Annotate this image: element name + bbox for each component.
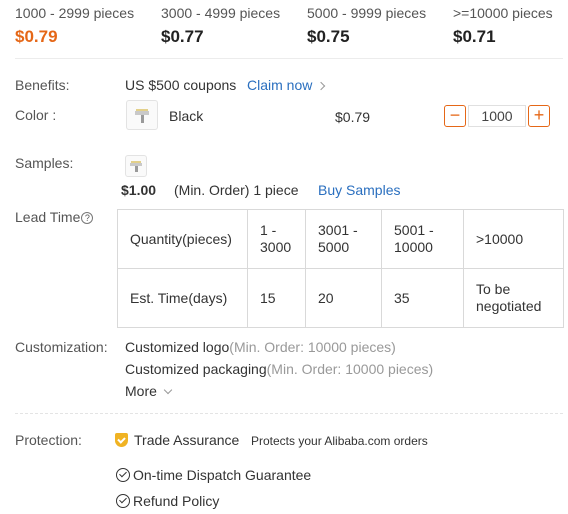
color-label: Color : — [15, 107, 57, 123]
protection-item: On-time Dispatch Guarantee — [133, 467, 312, 483]
table-cell: 5001 - 10000 — [381, 209, 464, 269]
price-tier: >=10000 pieces $0.71 — [453, 4, 553, 48]
lead-time-table: Quantity(pieces) 1 - 3000 3001 - 5000 50… — [117, 209, 564, 328]
table-cell: >10000 — [463, 209, 564, 269]
coupon-text: US $500 coupons — [125, 77, 237, 93]
tier-price: $0.79 — [15, 27, 58, 46]
table-cell: 15 — [247, 268, 306, 328]
sample-price: $1.00 — [121, 182, 157, 198]
quantity-increase-button[interactable]: + — [528, 105, 550, 127]
divider — [15, 413, 563, 414]
table-cell: 35 — [381, 268, 464, 328]
lead-time-text: Lead Time — [15, 209, 81, 225]
protection-item: Refund Policy — [133, 493, 220, 509]
price-tier: 1000 - 2999 pieces $0.79 — [15, 4, 134, 48]
claim-now-label[interactable]: Claim now — [247, 77, 312, 93]
color-price: $0.79 — [335, 109, 371, 125]
sample-min-order: (Min. Order) 1 piece — [174, 182, 299, 198]
table-cell: 20 — [305, 268, 382, 328]
tier-range: 1000 - 2999 pieces — [15, 5, 135, 21]
tier-range: >=10000 pieces — [453, 5, 553, 21]
samples-label: Samples: — [15, 155, 74, 171]
chevron-right-icon — [317, 81, 326, 91]
chevron-down-icon — [163, 385, 173, 395]
benefits-label: Benefits: — [15, 77, 70, 93]
table-cell: To be negotiated — [463, 268, 564, 328]
sample-thumbnail — [125, 155, 147, 177]
tier-range: 5000 - 9999 pieces — [307, 5, 427, 21]
color-swatch-thumbnail[interactable] — [126, 100, 158, 130]
table-cell: 1 - 3000 — [247, 209, 306, 269]
tier-price: $0.77 — [161, 27, 204, 46]
tier-range: 3000 - 4999 pieces — [161, 5, 281, 21]
trade-assurance-note: Protects your Alibaba.com orders — [251, 434, 428, 448]
more-label[interactable]: More — [125, 383, 157, 399]
table-row: Quantity(pieces) 1 - 3000 3001 - 5000 50… — [117, 209, 564, 269]
help-icon[interactable]: ? — [81, 212, 94, 224]
more-toggle[interactable]: More — [125, 383, 173, 399]
lead-time-label: Lead Time? — [15, 209, 94, 225]
table-row: Est. Time(days) 15 20 35 To be negotiate… — [117, 268, 564, 328]
check-circle-icon — [116, 468, 130, 482]
shield-icon — [115, 433, 128, 447]
claim-now-link[interactable]: Claim now — [247, 77, 326, 93]
check-circle-icon — [116, 494, 130, 508]
protection-label: Protection: — [15, 432, 82, 448]
price-tier: 5000 - 9999 pieces $0.75 — [307, 4, 426, 48]
customization-min-order: (Min. Order: 10000 pieces) — [229, 339, 396, 355]
customization-label: Customization: — [15, 339, 108, 355]
customization-min-order: (Min. Order: 10000 pieces) — [266, 361, 434, 377]
quantity-input[interactable]: 1000 — [468, 105, 526, 127]
trade-assurance-title: Trade Assurance — [134, 432, 240, 448]
table-cell: Quantity(pieces) — [117, 209, 248, 269]
tier-price: $0.71 — [453, 27, 496, 46]
color-name: Black — [169, 108, 204, 124]
table-cell: Est. Time(days) — [117, 268, 248, 328]
customization-name: Customized logo — [125, 339, 230, 355]
quantity-decrease-button[interactable]: − — [444, 105, 466, 127]
tier-price: $0.75 — [307, 27, 350, 46]
price-tier: 3000 - 4999 pieces $0.77 — [161, 4, 280, 48]
customization-name: Customized packaging — [125, 361, 267, 377]
customization-item: Customized logo(Min. Order: 10000 pieces… — [125, 339, 396, 355]
divider — [15, 58, 563, 59]
table-cell: 3001 - 5000 — [305, 209, 382, 269]
customization-item: Customized packaging(Min. Order: 10000 p… — [125, 361, 433, 377]
buy-samples-link[interactable]: Buy Samples — [318, 182, 400, 198]
